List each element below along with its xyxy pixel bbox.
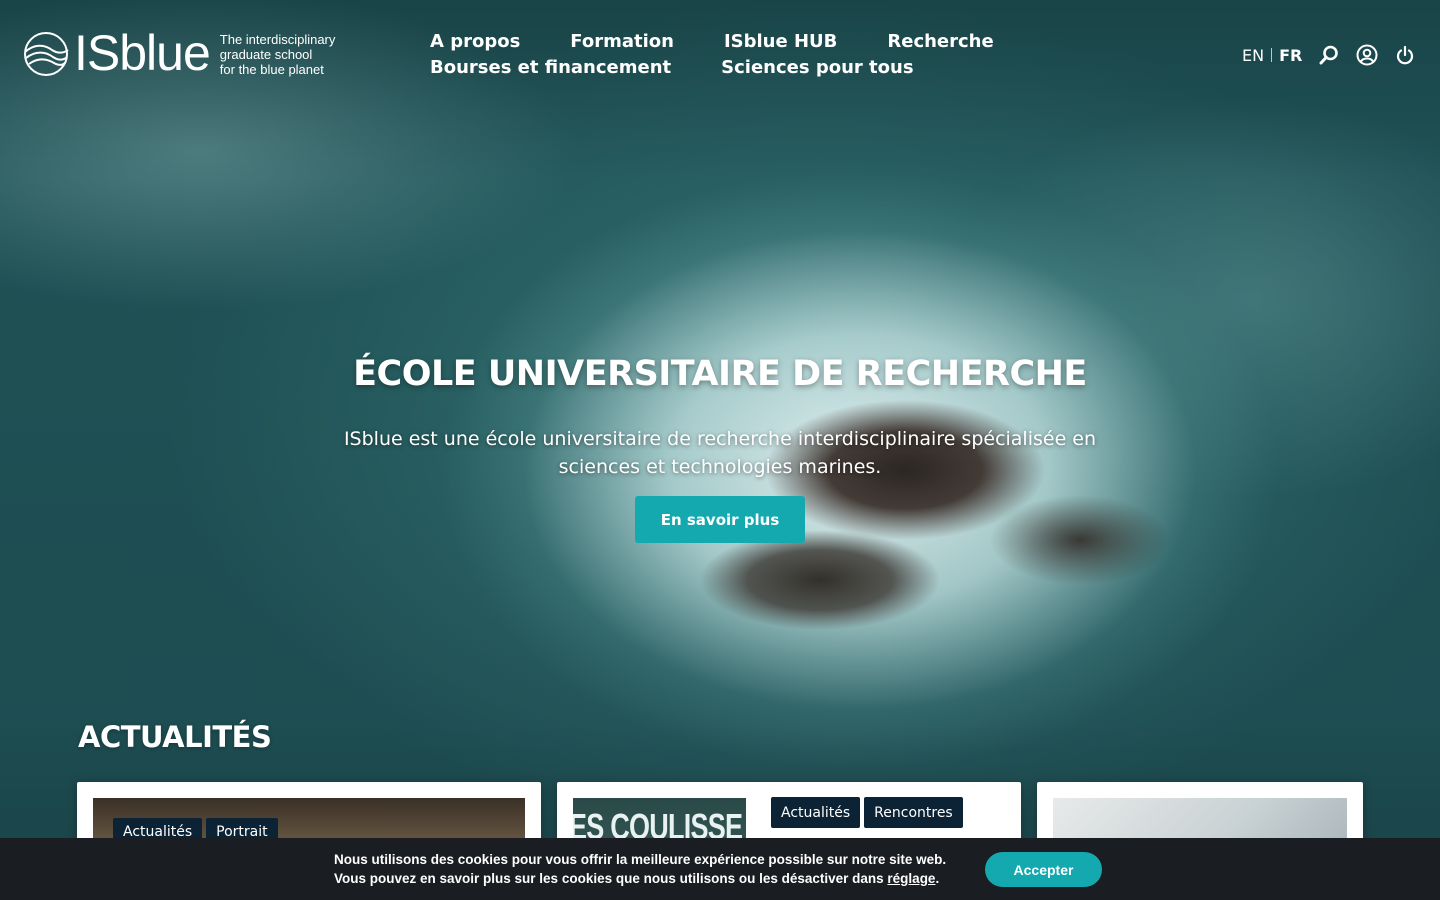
logo-tagline-line: for the blue planet [219, 61, 324, 77]
nav-item-sciences-pour-tous[interactable]: Sciences pour tous [721, 56, 913, 80]
nav-item-formation[interactable]: Formation [570, 30, 674, 54]
user-icon[interactable] [1356, 44, 1378, 66]
nav-item-isblue-hub[interactable]: ISblue HUB [724, 30, 837, 54]
cookie-line-2-suffix: . [935, 871, 940, 886]
nav-item-a-propos[interactable]: A propos [430, 30, 520, 54]
nav-item-recherche[interactable]: Recherche [887, 30, 993, 54]
tag-rencontres[interactable]: Rencontres [864, 797, 963, 828]
hero-title: ÉCOLE UNIVERSITAIRE DE RECHERCHE [353, 354, 1087, 394]
main-nav: A propos Formation ISblue HUB Recherche … [430, 30, 1230, 80]
hero-subtitle: ISblue est une école universitaire de re… [343, 428, 1097, 478]
cookie-line-1: Nous utilisons des cookies pour vous off… [334, 852, 947, 867]
logo-wave-icon [24, 32, 69, 76]
nav-item-bourses[interactable]: Bourses et financement [430, 56, 671, 80]
tag-actualites[interactable]: Actualités [771, 797, 861, 828]
cookie-banner: Nous utilisons des cookies pour vous off… [0, 838, 1440, 900]
news-heading: ACTUALITÉS [78, 720, 272, 754]
lang-fr-link[interactable]: FR [1279, 46, 1302, 65]
site-header: ISblue The interdisciplinary graduate sc… [0, 0, 1440, 100]
accept-cookies-button[interactable]: Accepter [985, 852, 1102, 887]
cookie-line-2-prefix: Vous pouvez en savoir plus sur les cooki… [334, 871, 888, 886]
lang-en-link[interactable]: EN [1242, 46, 1264, 65]
power-icon[interactable] [1394, 44, 1416, 66]
logo-link[interactable]: ISblue The interdisciplinary graduate sc… [22, 25, 336, 81]
logo-tagline: The interdisciplinary graduate school fo… [220, 32, 336, 77]
cookie-message: Nous utilisons des cookies pour vous off… [334, 850, 974, 888]
logo-tagline-line: The interdisciplinary [219, 31, 336, 47]
search-icon[interactable] [1318, 44, 1340, 66]
header-utilities: EN FR [1242, 44, 1416, 66]
news-card-tags: Actualités Rencontres [771, 797, 963, 828]
logo-tagline-line: graduate school [219, 46, 313, 62]
learn-more-button[interactable]: En savoir plus [635, 496, 805, 543]
lang-divider [1271, 48, 1273, 62]
cookie-settings-link[interactable]: réglage [887, 871, 935, 886]
logo-wordmark: ISblue [74, 25, 211, 81]
